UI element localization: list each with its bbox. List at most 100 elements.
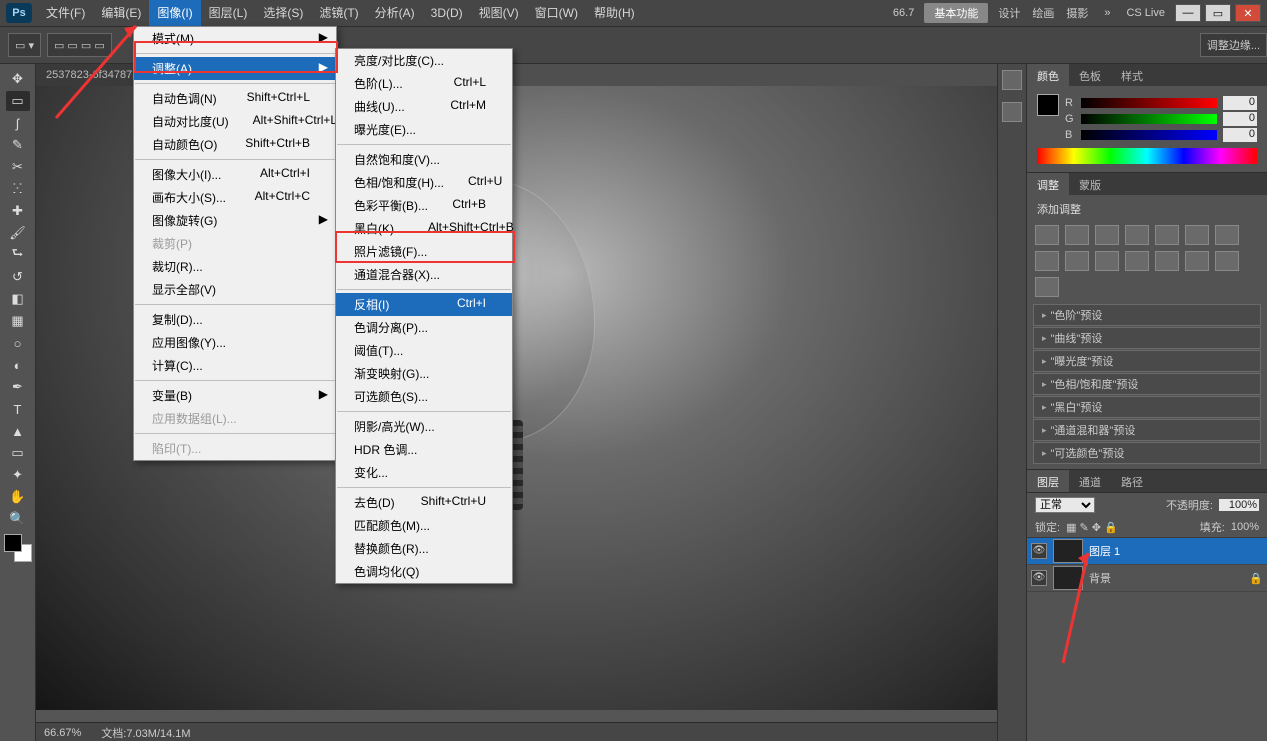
path-selection-tool[interactable]: ▲	[6, 421, 30, 441]
adjustment-icon-9[interactable]	[1095, 251, 1119, 271]
tab-layers[interactable]: 图层	[1027, 470, 1069, 492]
pen-tool[interactable]: ✒	[6, 377, 30, 397]
gradient-tool[interactable]: ▦	[6, 311, 30, 331]
tab-swatches[interactable]: 色板	[1069, 64, 1111, 86]
menuitem-自然饱和度(V)...[interactable]: 自然饱和度(V)...	[336, 148, 512, 171]
menu-选择S[interactable]: 选择(S)	[255, 0, 311, 26]
menuitem-通道混合器(X)...[interactable]: 通道混合器(X)...	[336, 263, 512, 286]
menuitem-亮度/对比度(C)...[interactable]: 亮度/对比度(C)...	[336, 49, 512, 72]
crop-tool[interactable]: ✂	[6, 157, 30, 177]
menuitem-黑白(K)...[interactable]: 黑白(K)...Alt+Shift+Ctrl+B	[336, 217, 512, 240]
adjustment-icon-2[interactable]	[1095, 225, 1119, 245]
menuitem-曝光度(E)...[interactable]: 曝光度(E)...	[336, 118, 512, 141]
history-icon[interactable]	[1002, 102, 1022, 122]
menuitem-去色(D)[interactable]: 去色(D)Shift+Ctrl+U	[336, 491, 512, 514]
tool-preset-dropdown[interactable]: ▭ ▾	[8, 33, 41, 57]
workspace-摄影[interactable]: 摄影	[1060, 5, 1094, 21]
green-value[interactable]: 0	[1223, 112, 1257, 126]
lock-icons[interactable]: ▦ ✎ ✥ 🔒	[1066, 521, 1118, 534]
adjustment-icon-0[interactable]	[1035, 225, 1059, 245]
menuitem-自动颜色(O)[interactable]: 自动颜色(O)Shift+Ctrl+B	[134, 133, 336, 156]
healing-brush-tool[interactable]: ✚	[6, 201, 30, 221]
preset-"曝光度"预设[interactable]: "曝光度"预设	[1033, 350, 1261, 372]
move-tool[interactable]: ✥	[6, 69, 30, 89]
menuitem-计算(C)...[interactable]: 计算(C)...	[134, 354, 336, 377]
menuitem-可选颜色(S)...[interactable]: 可选颜色(S)...	[336, 385, 512, 408]
menuitem-裁切(R)...[interactable]: 裁切(R)...	[134, 255, 336, 278]
adjustment-icon-4[interactable]	[1155, 225, 1179, 245]
color-swatch[interactable]	[1037, 94, 1059, 116]
adjustment-icon-13[interactable]	[1215, 251, 1239, 271]
adjustment-icon-5[interactable]	[1185, 225, 1209, 245]
menuitem-自动对比度(U)[interactable]: 自动对比度(U)Alt+Shift+Ctrl+L	[134, 110, 336, 133]
adjustment-icon-12[interactable]	[1185, 251, 1209, 271]
workspace-button[interactable]: 基本功能	[924, 3, 988, 23]
menuitem-模式(M)[interactable]: 模式(M)▶	[134, 27, 336, 50]
menuitem-调整(A)[interactable]: 调整(A)▶	[134, 57, 336, 80]
visibility-toggle[interactable]: 👁	[1031, 543, 1047, 559]
adjustment-icon-7[interactable]	[1035, 251, 1059, 271]
tab-paths[interactable]: 路径	[1111, 470, 1153, 492]
preset-"色相/饱和度"预设[interactable]: "色相/饱和度"预设	[1033, 373, 1261, 395]
tab-adjustments[interactable]: 调整	[1027, 173, 1069, 195]
foreground-background-colors[interactable]	[4, 534, 32, 562]
menu-帮助H[interactable]: 帮助(H)	[586, 0, 643, 26]
tab-masks[interactable]: 蒙版	[1069, 173, 1111, 195]
zoom-value[interactable]: 66.7	[887, 7, 920, 19]
menuitem-自动色调(N)[interactable]: 自动色调(N)Shift+Ctrl+L	[134, 87, 336, 110]
rectangular-marquee-tool[interactable]: ▭	[6, 91, 30, 111]
opacity-value[interactable]: 100%	[1219, 499, 1259, 511]
preset-"可选颜色"预设[interactable]: "可选颜色"预设	[1033, 442, 1261, 464]
clone-stamp-tool[interactable]: ⮑	[6, 245, 30, 265]
adjustment-icon-1[interactable]	[1065, 225, 1089, 245]
hand-tool[interactable]: ✋	[6, 487, 30, 507]
preset-"曲线"预设[interactable]: "曲线"预设	[1033, 327, 1261, 349]
menuitem-色阶(L)...[interactable]: 色阶(L)...Ctrl+L	[336, 72, 512, 95]
fill-value[interactable]: 100%	[1231, 521, 1259, 533]
tab-color[interactable]: 颜色	[1027, 64, 1069, 86]
dodge-tool[interactable]: ◐	[6, 355, 30, 375]
menu-滤镜T[interactable]: 滤镜(T)	[311, 0, 366, 26]
layer-背景[interactable]: 👁背景🔒	[1027, 565, 1267, 592]
window-close-button[interactable]: ✕	[1235, 4, 1261, 22]
type-tool[interactable]: T	[6, 399, 30, 419]
adjustment-icon-8[interactable]	[1065, 251, 1089, 271]
menuitem-阈值(T)...[interactable]: 阈值(T)...	[336, 339, 512, 362]
tab-styles[interactable]: 样式	[1111, 64, 1153, 86]
menuitem-画布大小(S)...[interactable]: 画布大小(S)...Alt+Ctrl+C	[134, 186, 336, 209]
menuitem-色调均化(Q)[interactable]: 色调均化(Q)	[336, 560, 512, 583]
menuitem-色调分离(P)...[interactable]: 色调分离(P)...	[336, 316, 512, 339]
menu-3DD[interactable]: 3D(D)	[423, 0, 471, 26]
menu-编辑E[interactable]: 编辑(E)	[93, 0, 149, 26]
menuitem-反相(I)[interactable]: 反相(I)Ctrl+I	[336, 293, 512, 316]
3d-tool[interactable]: ✦	[6, 465, 30, 485]
green-slider[interactable]	[1081, 114, 1217, 124]
workspace-设计[interactable]: 设计	[992, 5, 1026, 21]
tab-channels[interactable]: 通道	[1069, 470, 1111, 492]
menuitem-阴影/高光(W)...[interactable]: 阴影/高光(W)...	[336, 415, 512, 438]
eyedropper-tool[interactable]: ⵘ	[6, 179, 30, 199]
menu-图像I[interactable]: 图像(I)	[149, 0, 200, 26]
blue-value[interactable]: 0	[1223, 128, 1257, 142]
blue-slider[interactable]	[1081, 130, 1217, 140]
menu-窗口W[interactable]: 窗口(W)	[527, 0, 586, 26]
menuitem-变量(B)[interactable]: 变量(B)▶	[134, 384, 336, 407]
menuitem-复制(D)...[interactable]: 复制(D)...	[134, 308, 336, 331]
adjustment-icon-10[interactable]	[1125, 251, 1149, 271]
brush-tool[interactable]: 🖌	[6, 223, 30, 243]
zoom-percentage[interactable]: 66.67%	[44, 727, 81, 739]
menuitem-替换颜色(R)...[interactable]: 替换颜色(R)...	[336, 537, 512, 560]
lasso-tool[interactable]: ʃ	[6, 113, 30, 133]
preset-"色阶"预设[interactable]: "色阶"预设	[1033, 304, 1261, 326]
window-minimize-button[interactable]: —	[1175, 4, 1201, 22]
zoom-tool[interactable]: 🔍	[6, 509, 30, 529]
adjustment-icon-11[interactable]	[1155, 251, 1179, 271]
history-brush-tool[interactable]: ↺	[6, 267, 30, 287]
menuitem-色相/饱和度(H)...[interactable]: 色相/饱和度(H)...Ctrl+U	[336, 171, 512, 194]
menuitem-照片滤镜(F)...[interactable]: 照片滤镜(F)...	[336, 240, 512, 263]
adjustment-icon-3[interactable]	[1125, 225, 1149, 245]
preset-"黑白"预设[interactable]: "黑白"预设	[1033, 396, 1261, 418]
menuitem-图像旋转(G)[interactable]: 图像旋转(G)▶	[134, 209, 336, 232]
red-value[interactable]: 0	[1223, 96, 1257, 110]
window-maximize-button[interactable]: ▭	[1205, 4, 1231, 22]
